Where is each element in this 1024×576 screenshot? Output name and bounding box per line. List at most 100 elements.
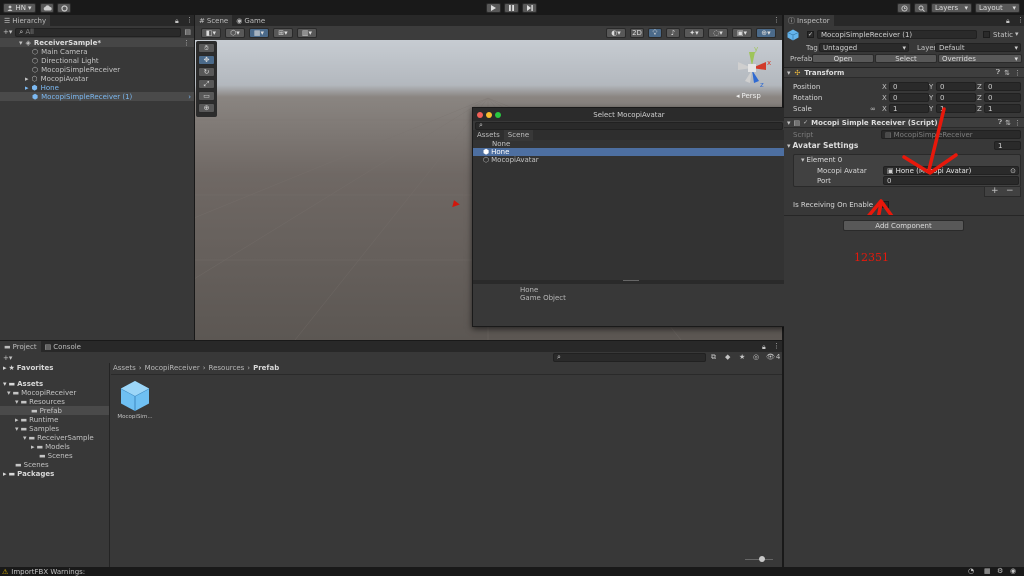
collab-button[interactable] [57,3,71,13]
chevron-right-icon[interactable]: › [188,93,191,101]
move-tool-button[interactable]: ✥ [198,55,215,65]
gizmos-button[interactable]: ⊕▾ [756,28,776,38]
step-button[interactable] [522,3,537,13]
menu-icon[interactable]: ⋮ [183,39,190,47]
breadcrumb-item[interactable]: Resources [209,364,245,372]
favorite-icon[interactable]: ★ [739,353,745,361]
packages-folder[interactable]: ▸ ▬ Packages [0,469,109,478]
breadcrumb-item[interactable]: Prefab [253,364,279,372]
menu-icon[interactable]: ⋮ [186,16,193,24]
increment-snap-button[interactable]: ▥▾ [297,28,317,38]
assets-folder[interactable]: ▾ ▬ Assets [0,379,109,388]
layer-dropdown[interactable]: Default ▾ [935,43,1021,52]
folder-scenes-sample[interactable]: ▬ Scenes [0,451,109,460]
snap-grid-button[interactable]: ▦▾ [249,28,269,38]
hidden-packages-icon[interactable]: ◎ [753,353,759,361]
icon-size-slider[interactable] [745,556,773,562]
select-search-input[interactable]: ⌕ [475,121,783,130]
cache-icon[interactable]: ▦ [984,567,991,575]
tab-console[interactable]: ▤ Console [41,341,85,352]
play-button[interactable] [486,3,501,13]
hierarchy-item-mocopisimplereceiver-1[interactable]: ⬢ MocopiSimpleReceiver (1) › [0,92,194,101]
object-name-field[interactable]: MocopiSimpleReceiver (1) [817,30,977,39]
scene-root[interactable]: ▾ ◈ ReceiverSample* ⋮ [0,38,194,47]
favorites-folder[interactable]: ▸ ★ Favorites [0,363,109,372]
hidden-objects-button[interactable]: ◌▾ [708,28,728,38]
audio-button[interactable]: ♪ [666,28,680,38]
prefab-open-button[interactable]: Open [812,54,874,63]
folder-mocopireceiver[interactable]: ▾ ▬ MocopiReceiver [0,388,109,397]
slider-thumb[interactable] [759,556,765,562]
position-z-field[interactable]: 0 [984,82,1021,91]
search-filter-icon[interactable]: ⧉ [711,353,716,362]
lock-icon[interactable]: 🔒︎ [175,17,179,26]
add-icon[interactable]: +▾ [3,354,12,362]
orientation-button[interactable]: ⬡▾ [225,28,245,38]
help-icon[interactable]: ❓︎ [996,68,1000,77]
chevron-down-icon[interactable]: ▾ [1015,30,1019,38]
rect-tool-button[interactable]: ▭ [198,91,215,101]
hierarchy-item-mocopisimplereceiver[interactable]: ⬡ MocopiSimpleReceiver [0,65,194,74]
project-search-input[interactable]: ⌕ [553,353,706,362]
tab-inspector[interactable]: ⓘ Inspector [784,15,834,26]
effects-button[interactable]: ✦▾ [684,28,704,38]
chevron-right-icon[interactable]: ▸ [25,84,29,92]
hierarchy-search-input[interactable]: ⌕ All [15,27,182,37]
camera-button[interactable]: ▣▾ [732,28,752,38]
menu-icon[interactable]: ⋮ [1017,16,1024,24]
pause-button[interactable] [504,3,519,13]
folder-prefab[interactable]: ▬ Prefab [0,406,109,415]
folder-samples[interactable]: ▾ ▬ Samples [0,424,109,433]
select-splitter[interactable] [473,280,785,284]
breadcrumb-item[interactable]: Assets [113,364,136,372]
preset-icon[interactable]: ⇅ [1004,69,1010,77]
select-item-none[interactable]: None [473,140,785,148]
folder-scenes[interactable]: ▬ Scenes [0,460,109,469]
status-warning-text[interactable]: ImportFBX Warnings: [11,568,85,576]
hierarchy-item-hone[interactable]: ▸ ⬢ Hone [0,83,194,92]
select-item-hone[interactable]: ⬢ Hone [473,148,785,156]
tab-scene[interactable]: # Scene [195,15,233,26]
select-item-mocopiavatar[interactable]: ⬡ MocopiAvatar [473,156,785,164]
static-checkbox[interactable] [983,31,990,38]
history-button[interactable] [897,3,911,13]
orientation-gizmo[interactable]: y x z [732,45,772,89]
layers-dropdown[interactable]: Layers ▾ [931,3,972,13]
hierarchy-item-main-camera[interactable]: ⬡ Main Camera [0,47,194,56]
add-component-button[interactable]: Add Component [843,220,964,231]
layout-dropdown[interactable]: Layout ▾ [975,3,1020,13]
folder-models[interactable]: ▸ ▬ Models [0,442,109,451]
label-filter-icon[interactable]: ◆ [725,353,730,361]
tab-hierarchy[interactable]: ☰ Hierarchy [0,15,51,26]
mode-2d-button[interactable]: 2D [630,28,644,38]
cloud-button[interactable] [40,3,54,13]
grid-button[interactable]: ⊞▾ [273,28,293,38]
account-button[interactable]: HN ▾ [3,3,36,13]
lighting-button[interactable]: 💡︎ [648,28,662,38]
menu-icon[interactable]: ⋮ [773,342,780,350]
hierarchy-item-mocopiavatar[interactable]: ▸ ⬡ MocopiAvatar [0,74,194,83]
scale-tool-button[interactable]: ⤢ [198,79,215,89]
position-y-field[interactable]: 0 [936,82,976,91]
transform-tool-button[interactable]: ⊕ [198,103,215,113]
hand-tool-button[interactable]: ✋︎ [198,43,215,53]
tab-assets[interactable]: Assets [473,130,504,141]
prefab-select-button[interactable]: Select [875,54,937,63]
lock-icon[interactable]: 🔒︎ [1006,17,1010,26]
breadcrumb-item[interactable]: MocopiReceiver [145,364,200,372]
rotate-tool-button[interactable]: ↻ [198,67,215,77]
transform-header[interactable]: ▾ ✣ Transform ❓︎ ⇅ ⋮ [784,67,1024,78]
search-button[interactable] [914,3,928,13]
asset-mocopisimplereceiver[interactable]: MocopiSim... [117,380,153,424]
prefab-overrides-dropdown[interactable]: Overrides ▾ [938,54,1022,63]
position-x-field[interactable]: 0 [889,82,929,91]
notification-icon[interactable]: ◉ [1010,567,1016,575]
tab-scene-objects[interactable]: Scene [503,129,534,141]
hierarchy-item-directional-light[interactable]: ⬡ Directional Light [0,56,194,65]
folder-receiversample[interactable]: ▾ ▬ ReceiverSample [0,433,109,442]
debug-icon[interactable]: ⚙ [997,567,1003,575]
shading-button[interactable]: ◐▾ [606,28,626,38]
draw-mode-button[interactable]: ◧▾ [201,28,221,38]
folder-resources[interactable]: ▾ ▬ Resources [0,397,109,406]
menu-icon[interactable]: ⋮ [1014,69,1021,77]
